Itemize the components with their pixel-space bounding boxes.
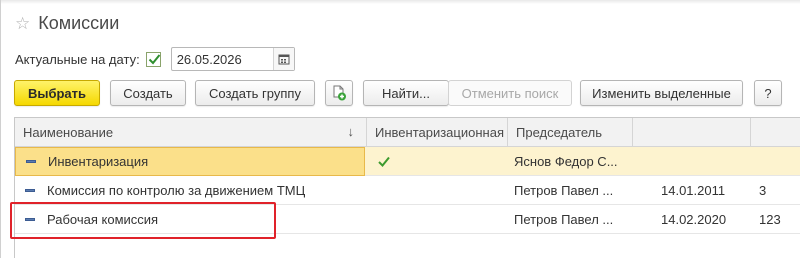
column-header-name[interactable]: Наименование ↓ <box>15 118 367 147</box>
help-button[interactable]: ? <box>754 80 782 106</box>
copy-add-button[interactable] <box>325 80 353 106</box>
row-name-cell[interactable]: Комиссия по контролю за движением ТМЦ <box>15 176 365 205</box>
checkmark-icon <box>148 53 160 64</box>
create-button[interactable]: Создать <box>110 80 186 106</box>
row-chairman-cell[interactable]: Яснов Федор С... <box>508 147 633 176</box>
date-field-value: 26.05.2026 <box>176 51 242 67</box>
row-date-cell[interactable] <box>655 147 751 176</box>
page-title: Комиссии <box>38 12 120 33</box>
calendar-icon[interactable] <box>272 48 294 70</box>
command-bar: Выбрать Создать Создать группу Найти... … <box>14 80 800 107</box>
column-header-inventory[interactable]: Инвентаризационная <box>367 118 508 147</box>
copy-add-icon <box>333 85 346 101</box>
table-row[interactable]: Инвентаризация Яснов Федор С... <box>15 147 800 176</box>
row-date-cell[interactable]: 14.02.2020 <box>655 205 751 234</box>
table-header: Наименование ↓ Инвентаризационная Предсе… <box>15 118 800 147</box>
find-button[interactable]: Найти... <box>363 80 449 106</box>
item-icon <box>25 189 35 192</box>
annotation-highlight-box <box>10 202 276 239</box>
row-inventory-cell[interactable] <box>367 205 508 234</box>
window-top-edge <box>0 0 800 4</box>
cancel-search-button[interactable]: Отменить поиск <box>448 80 572 106</box>
date-filter-checkbox[interactable] <box>145 51 161 67</box>
window-left-border <box>0 0 1 258</box>
table-row[interactable]: Комиссия по контролю за движением ТМЦ Пе… <box>15 176 800 205</box>
checkmark-icon <box>378 156 390 167</box>
date-filter: Актуальные на дату: 26.05.2026 <box>15 47 295 71</box>
change-selected-button[interactable]: Изменить выделенные <box>580 80 743 106</box>
row-number-cell[interactable]: 3 <box>753 176 800 205</box>
date-filter-label: Актуальные на дату: <box>15 51 140 67</box>
date-field[interactable]: 26.05.2026 <box>170 47 295 71</box>
favorite-star-icon[interactable]: ☆ <box>15 15 30 32</box>
row-inventory-cell[interactable] <box>367 147 508 176</box>
column-header-chairman[interactable]: Председатель <box>508 118 633 147</box>
row-inventory-cell[interactable] <box>367 176 508 205</box>
item-icon <box>26 160 36 163</box>
row-date-cell[interactable]: 14.01.2011 <box>655 176 751 205</box>
column-header-date[interactable] <box>633 118 751 147</box>
row-chairman-cell[interactable]: Петров Павел ... <box>508 176 633 205</box>
select-button[interactable]: Выбрать <box>14 80 100 106</box>
column-header-number[interactable] <box>751 118 800 147</box>
sort-down-icon[interactable]: ↓ <box>348 124 355 139</box>
create-group-button[interactable]: Создать группу <box>195 80 315 106</box>
title-bar: ☆ Комиссии <box>15 10 119 36</box>
row-name-cell[interactable]: Инвентаризация <box>15 147 365 176</box>
row-chairman-cell[interactable]: Петров Павел ... <box>508 205 633 234</box>
row-number-cell[interactable]: 123 <box>753 205 800 234</box>
row-number-cell[interactable] <box>753 147 800 176</box>
